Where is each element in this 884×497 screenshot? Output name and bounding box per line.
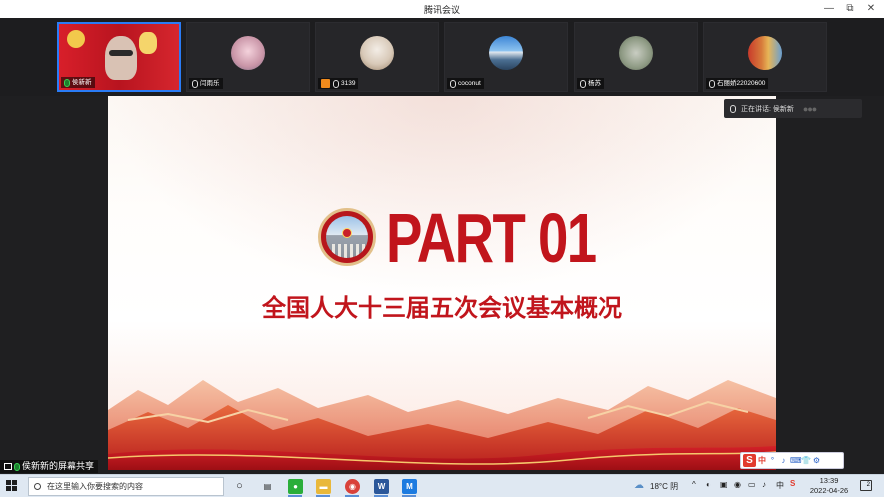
participant-name-bar: 侯新新 bbox=[61, 77, 95, 88]
avatar bbox=[231, 36, 265, 70]
search-icon bbox=[34, 483, 41, 490]
participant-tile[interactable]: 侯新新 bbox=[57, 22, 181, 92]
participant-strip: 侯新新 闫雨乐 3139 coconut 杨苏 石丽娇22020600 bbox=[0, 18, 884, 96]
slide-subtitle: 全国人大十三届五次会议基本概况 bbox=[262, 294, 622, 322]
mic-off-icon bbox=[709, 79, 715, 88]
wechat-icon[interactable]: ● bbox=[288, 479, 303, 494]
host-badge-icon bbox=[321, 79, 330, 88]
avatar bbox=[748, 36, 782, 70]
screen-share-label[interactable]: 侯新新的屏幕共享 bbox=[0, 460, 99, 473]
participant-tile[interactable]: 石丽娇22020600 bbox=[703, 22, 827, 92]
participant-name: 侯新新 bbox=[72, 79, 92, 86]
participant-name-bar: 闫雨乐 bbox=[189, 78, 223, 89]
search-placeholder: 在这里输入你要搜索的内容 bbox=[47, 482, 143, 491]
glasses bbox=[109, 50, 133, 56]
participant-name: 杨苏 bbox=[588, 80, 601, 87]
sogou-tray-icon[interactable]: S bbox=[790, 479, 795, 488]
share-label-text: 侯新新的屏幕共享 bbox=[22, 461, 95, 471]
participant-name-bar: 杨苏 bbox=[577, 78, 604, 89]
speaking-label: 正在讲话: 侯新新 bbox=[741, 105, 794, 113]
ime-language-toggle[interactable]: 中 bbox=[758, 455, 766, 466]
minimize-button[interactable]: — bbox=[822, 2, 836, 15]
avatar bbox=[489, 36, 523, 70]
participant-name-bar: 3139 bbox=[318, 78, 359, 89]
widgets-icon[interactable]: ▤ bbox=[260, 479, 275, 494]
word-icon[interactable]: W bbox=[374, 479, 389, 494]
speaking-indicator: 正在讲话: 侯新新 ●●● bbox=[724, 99, 862, 118]
taskbar-search-input[interactable]: 在这里输入你要搜索的内容 bbox=[28, 477, 224, 496]
tray-app-icon[interactable]: ◐ bbox=[706, 480, 711, 489]
sogou-logo-icon: S bbox=[743, 454, 756, 467]
tray-app-icon[interactable]: ◉ bbox=[734, 480, 741, 489]
participant-tile[interactable]: coconut bbox=[444, 22, 568, 92]
screen-icon bbox=[4, 463, 12, 470]
participant-name: coconut bbox=[458, 80, 481, 87]
mic-on-icon bbox=[14, 462, 20, 471]
great-hall-emblem bbox=[318, 208, 376, 266]
ime-tray-icon[interactable]: 中 bbox=[776, 480, 784, 491]
mic-off-icon bbox=[333, 79, 339, 88]
start-button[interactable] bbox=[6, 480, 18, 492]
participant-name: 3139 bbox=[341, 80, 356, 87]
lantern-decoration bbox=[67, 30, 85, 48]
window-title: 腾讯会议 bbox=[423, 5, 460, 15]
weather-text[interactable]: 18°C 阴 bbox=[650, 481, 678, 492]
keyboard-icon[interactable]: ⌨ bbox=[790, 456, 802, 465]
sogou-ime-toolbar[interactable]: S 中 ° ♪ ⌨ 👕 ⚙ bbox=[740, 452, 844, 469]
avatar bbox=[360, 36, 394, 70]
participant-name-bar: 石丽娇22020600 bbox=[706, 78, 769, 89]
participant-tile[interactable]: 闫雨乐 bbox=[186, 22, 310, 92]
tencent-meeting-icon[interactable]: M bbox=[402, 479, 417, 494]
participant-name-bar: coconut bbox=[447, 78, 484, 89]
task-view-icon[interactable]: ○ bbox=[232, 479, 247, 494]
participant-tile[interactable]: 3139 bbox=[315, 22, 439, 92]
toolbox-icon[interactable]: ⚙ bbox=[812, 456, 821, 465]
tray-app-icon[interactable]: ▣ bbox=[720, 480, 728, 489]
voice-input-icon[interactable]: ♪ bbox=[779, 456, 788, 465]
mic-off-icon bbox=[580, 79, 586, 88]
title-bar: 腾讯会议 — ⧉ ✕ bbox=[0, 0, 884, 18]
speaker-icon[interactable]: ♪ bbox=[762, 480, 766, 489]
show-hidden-icons-icon[interactable]: ^ bbox=[692, 480, 696, 489]
clock-date: 2022-04-26 bbox=[809, 486, 849, 495]
participant-name: 闫雨乐 bbox=[200, 80, 220, 87]
system-clock[interactable]: 13:39 2022-04-26 bbox=[806, 476, 852, 496]
avatar bbox=[619, 36, 653, 70]
file-explorer-icon[interactable]: ▬ bbox=[316, 479, 331, 494]
chrome-icon[interactable]: ◉ bbox=[345, 479, 360, 494]
mic-on-icon bbox=[64, 78, 70, 87]
shared-slide: PART 01 全国人大十三届五次会议基本概况 bbox=[108, 96, 776, 470]
close-button[interactable]: ✕ bbox=[864, 2, 878, 15]
slide-heading: PART 01 bbox=[386, 199, 597, 277]
mic-off-icon bbox=[450, 79, 456, 88]
skin-icon[interactable]: 👕 bbox=[801, 456, 811, 465]
audio-level-dots: ●●● bbox=[802, 103, 817, 114]
speaker-face bbox=[105, 36, 137, 80]
clock-time: 13:39 bbox=[819, 476, 839, 485]
network-icon[interactable]: ▭ bbox=[748, 480, 756, 489]
weather-icon[interactable]: ☁ bbox=[634, 480, 644, 491]
notification-center-icon[interactable]: 2 bbox=[860, 480, 872, 491]
maximize-button[interactable]: ⧉ bbox=[843, 2, 857, 15]
participant-name: 石丽娇22020600 bbox=[717, 80, 766, 87]
punctuation-icon[interactable]: ° bbox=[768, 456, 777, 465]
mic-off-icon bbox=[192, 79, 198, 88]
mic-icon bbox=[730, 104, 736, 113]
windows-taskbar: 在这里输入你要搜索的内容 ○ ▤ ● ▬ ◉ W M ☁ 18°C 阴 ^ ◐ … bbox=[0, 474, 884, 497]
great-wall-mountains-illustration bbox=[108, 380, 776, 470]
rabbit-decoration bbox=[139, 32, 157, 54]
participant-tile[interactable]: 杨苏 bbox=[574, 22, 698, 92]
